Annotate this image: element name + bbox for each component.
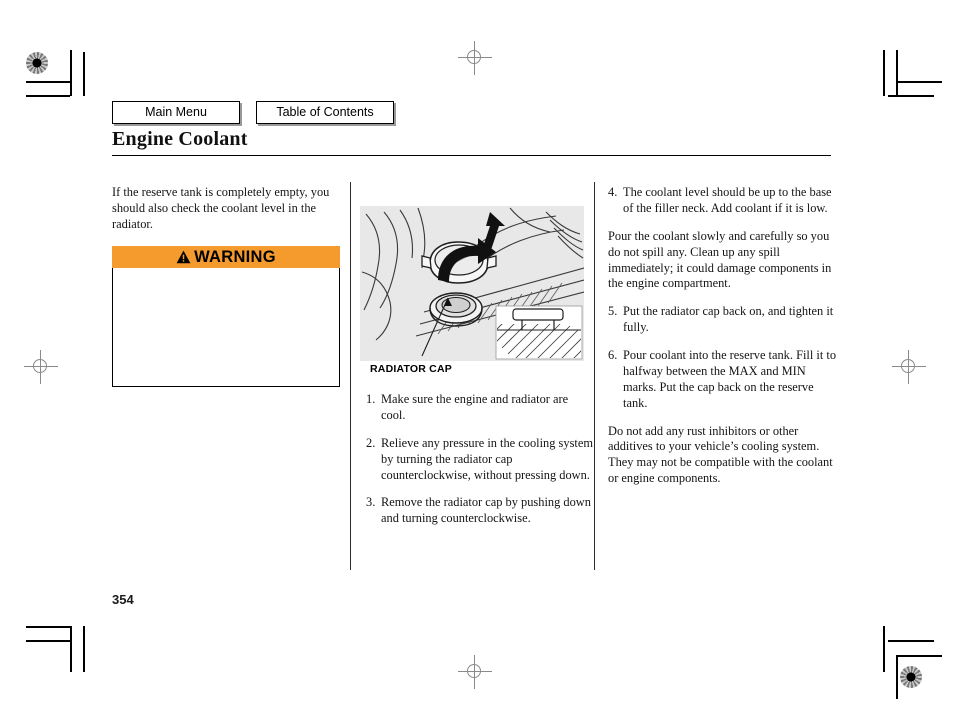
step-number: 6.: [608, 348, 618, 362]
list-item: 1. Make sure the engine and radiator are…: [366, 392, 594, 424]
document-page: Main Menu Table of Contents Engine Coola…: [0, 0, 954, 720]
crop-mark-br-v2: [896, 655, 898, 699]
crop-mark-tl-h2: [26, 95, 70, 97]
right-column: 4. The coolant level should be up to the…: [608, 185, 840, 499]
step-number: 3.: [366, 495, 376, 510]
crop-mark-tr-h2: [888, 95, 934, 97]
page-title: Engine Coolant: [112, 128, 248, 150]
step-text: Pour coolant into the reserve tank. Fill…: [623, 348, 837, 410]
registration-crosshair-right: [892, 350, 926, 384]
step-text: The coolant level should be up to the ba…: [623, 185, 832, 215]
registration-crosshair-bottom: [458, 655, 492, 689]
list-item: 3. Remove the radiator cap by pushing do…: [366, 495, 594, 527]
column-divider-2: [594, 182, 595, 570]
radiator-cap-illustration: [360, 206, 584, 361]
registration-dot-bottom-right: [900, 666, 922, 688]
closing-note: Do not add any rust inhibitors or other …: [608, 423, 833, 486]
step-text: Relieve any pressure in the cooling syst…: [381, 435, 593, 482]
crop-mark-br-h: [896, 655, 942, 657]
step-number: 4.: [608, 185, 618, 199]
step-text: Remove the radiator cap by pushing down …: [381, 495, 591, 526]
title-divider: [112, 155, 831, 157]
crop-mark-tr-v2: [896, 50, 898, 96]
crop-mark-bl-h2: [26, 640, 70, 642]
list-item: 5. Put the radiator cap back on, and tig…: [608, 304, 840, 336]
step-text: Make sure the engine and radiator are co…: [381, 392, 569, 422]
crop-mark-tl-v: [70, 50, 72, 96]
page-number: 354: [112, 592, 134, 607]
column-divider-1: [350, 182, 351, 570]
crop-mark-bl-h: [26, 626, 72, 628]
main-menu-button[interactable]: Main Menu: [112, 101, 240, 125]
warning-box: WARNING: [112, 246, 340, 387]
list-item: 2. Relieve any pressure in the cooling s…: [366, 436, 594, 484]
crop-mark-tl-h: [26, 81, 72, 83]
warning-header: WARNING: [112, 246, 340, 268]
list-item: 4. The coolant level should be up to the…: [608, 185, 840, 217]
crop-mark-bl-v: [70, 626, 72, 672]
list-item: 6. Pour coolant into the reserve tank. F…: [608, 348, 840, 412]
table-of-contents-button[interactable]: Table of Contents: [256, 101, 394, 125]
crop-mark-bl-v2: [83, 626, 85, 672]
warning-triangle-icon: [176, 250, 191, 264]
left-column: If the reserve tank is completely empty,…: [112, 185, 340, 245]
step-number: 2.: [366, 435, 376, 450]
warning-label: WARNING: [194, 247, 276, 266]
figure-caption: RADIATOR CAP: [370, 363, 452, 375]
warning-body: [112, 268, 340, 387]
crop-mark-tr-v: [883, 50, 885, 96]
step-number: 1.: [366, 392, 376, 406]
step-number: 5.: [608, 304, 618, 319]
middle-column: 1. Make sure the engine and radiator are…: [366, 392, 594, 539]
crop-mark-tr-h: [896, 81, 942, 83]
registration-crosshair-top: [458, 41, 492, 75]
registration-dot-top-left: [26, 52, 48, 74]
step4-note: Pour the coolant slowly and carefully so…: [608, 228, 832, 291]
intro-paragraph: If the reserve tank is completely empty,…: [112, 185, 330, 231]
radiator-cap-figure: RADIATOR CAP: [360, 206, 584, 384]
crop-mark-tl-v2: [83, 52, 85, 96]
navigation-bar: Main Menu Table of Contents: [112, 101, 394, 125]
registration-crosshair-left: [24, 350, 58, 384]
crop-mark-br-h2: [888, 640, 934, 642]
crop-mark-br-v: [883, 626, 885, 672]
step-text: Put the radiator cap back on, and tighte…: [623, 304, 834, 335]
